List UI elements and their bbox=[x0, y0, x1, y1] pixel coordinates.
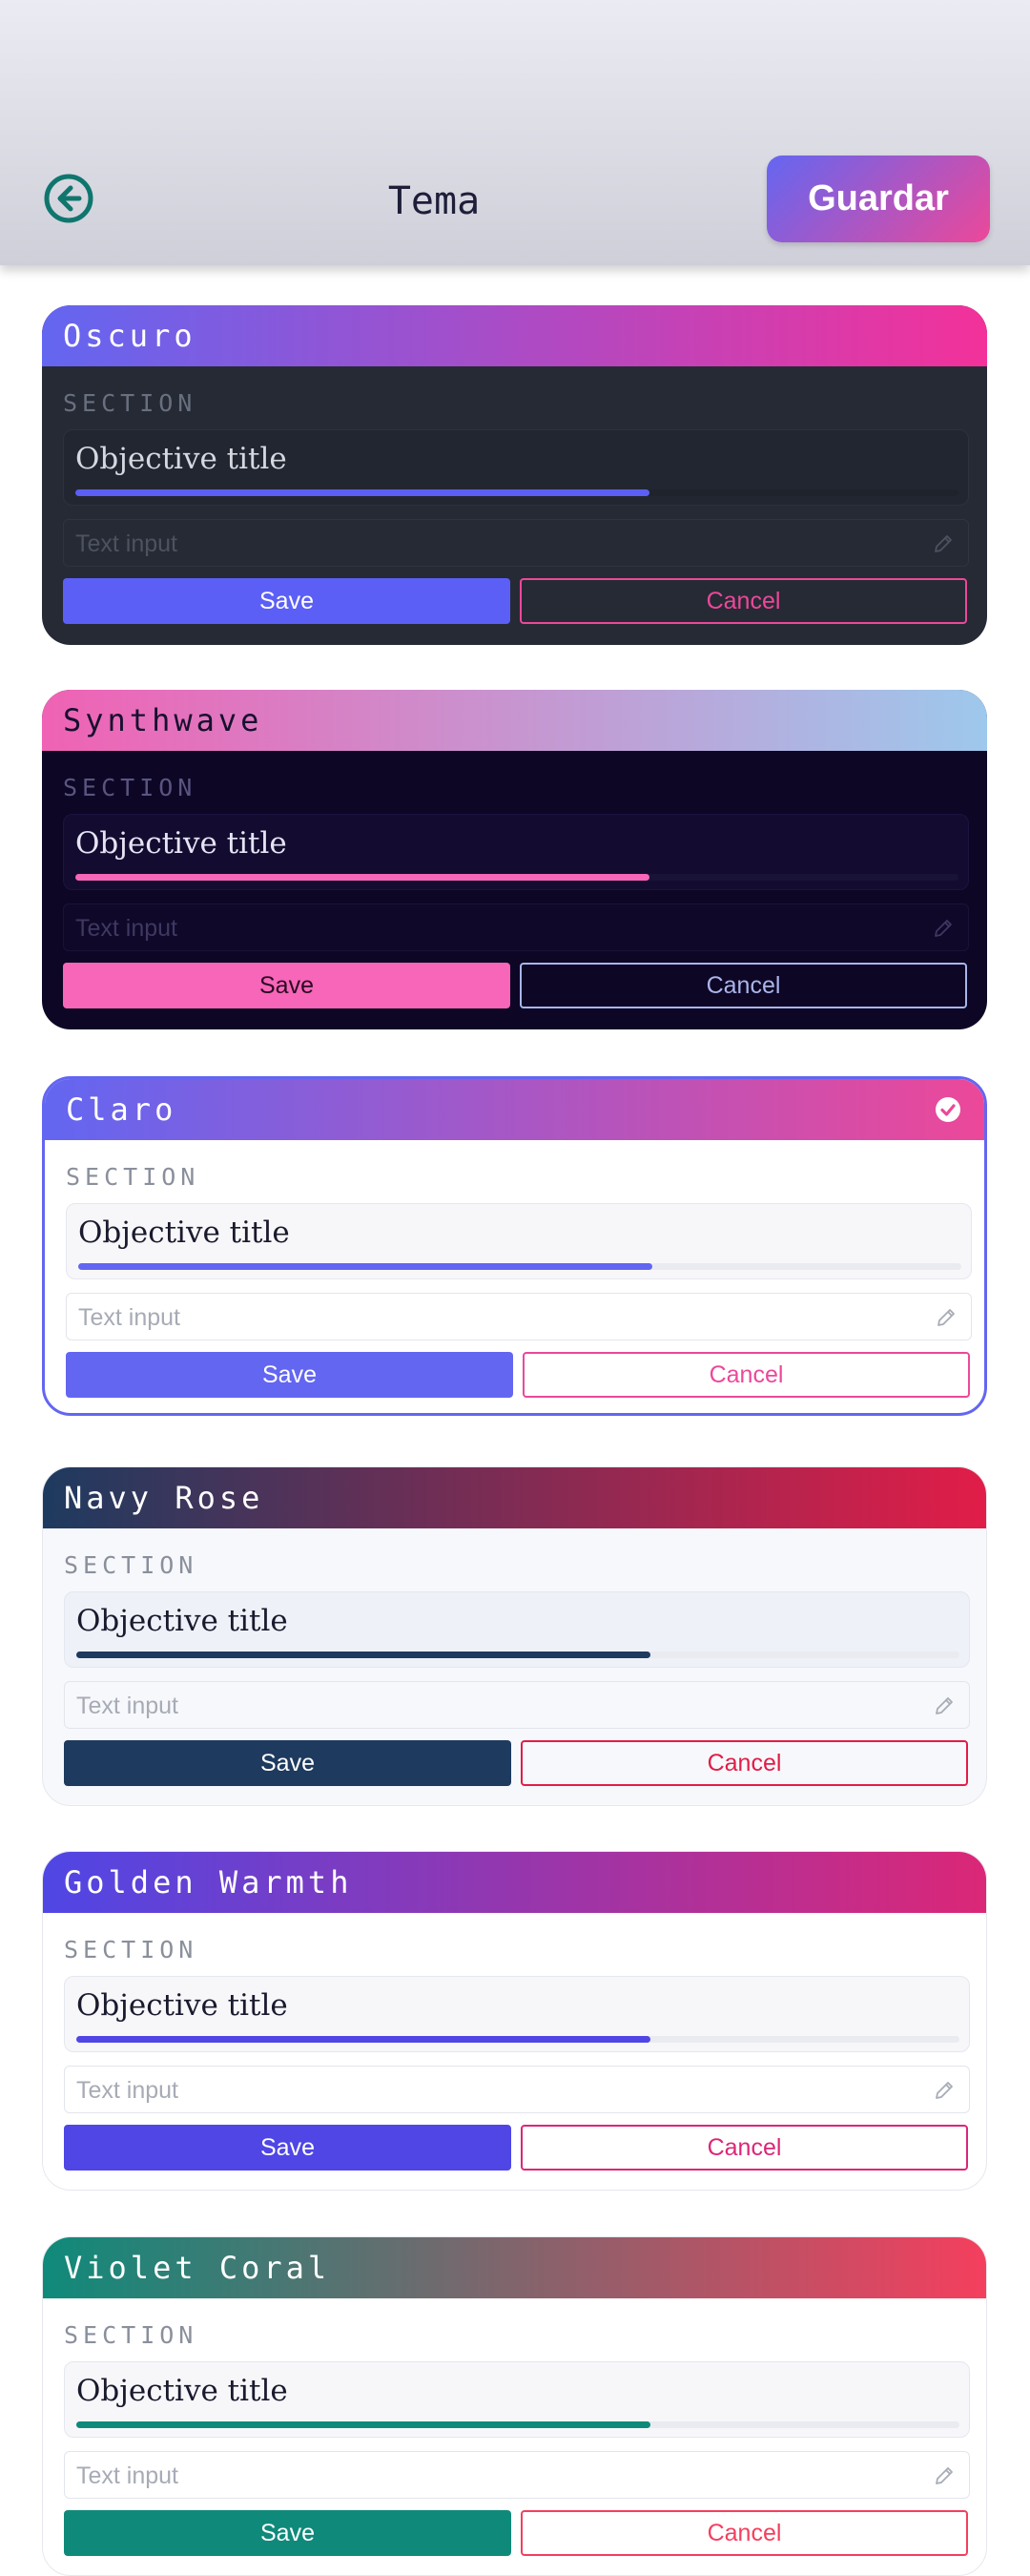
objective-title: Objective title bbox=[76, 1988, 288, 2023]
cancel-button[interactable]: Cancel bbox=[520, 578, 967, 624]
cancel-button[interactable]: Cancel bbox=[521, 2125, 968, 2171]
save-button[interactable]: Save bbox=[63, 578, 510, 624]
objective-title: Objective title bbox=[75, 826, 287, 861]
page-title: Tema bbox=[387, 179, 481, 223]
text-input-placeholder: Text input bbox=[75, 915, 178, 942]
objective-title: Objective title bbox=[76, 2374, 288, 2408]
theme-card-navy-rose[interactable]: Navy Rose SECTION Objective title Text i… bbox=[42, 1466, 987, 1806]
progress-fill bbox=[76, 2036, 650, 2043]
save-button[interactable]: Save bbox=[64, 1740, 511, 1786]
progress-fill bbox=[75, 489, 649, 496]
progress-bar bbox=[75, 874, 958, 881]
theme-card-header: Claro bbox=[45, 1079, 984, 1140]
save-button[interactable]: Save bbox=[63, 963, 510, 1008]
theme-card-header: Violet Coral bbox=[43, 2237, 986, 2298]
save-button[interactable]: Save bbox=[64, 2510, 511, 2556]
objective-title: Objective title bbox=[78, 1215, 290, 1250]
theme-card-header: Synthwave bbox=[42, 690, 987, 751]
progress-bar bbox=[76, 1652, 959, 1658]
pencil-icon bbox=[936, 2082, 953, 2099]
save-button[interactable]: Save bbox=[64, 2125, 511, 2171]
back-button[interactable] bbox=[42, 172, 95, 225]
theme-name: Oscuro bbox=[63, 318, 196, 354]
progress-bar bbox=[76, 2421, 959, 2428]
theme-card-oscuro[interactable]: Oscuro SECTION Objective title Text inpu… bbox=[42, 305, 987, 645]
theme-card-golden-warmth[interactable]: Golden Warmth SECTION Objective title Te… bbox=[42, 1851, 987, 2191]
text-input[interactable]: Text input bbox=[64, 2066, 970, 2113]
theme-name: Golden Warmth bbox=[64, 1864, 353, 1901]
text-input-placeholder: Text input bbox=[76, 1693, 179, 1719]
progress-bar bbox=[78, 1263, 961, 1270]
text-input[interactable]: Text input bbox=[66, 1293, 972, 1340]
section-label: SECTION bbox=[64, 1936, 198, 1963]
pencil-icon bbox=[937, 1309, 955, 1326]
objective-card: Objective title bbox=[63, 814, 969, 890]
save-button[interactable]: Save bbox=[66, 1352, 513, 1398]
progress-bar bbox=[75, 489, 958, 496]
text-input-placeholder: Text input bbox=[75, 530, 178, 557]
text-input[interactable]: Text input bbox=[64, 2451, 970, 2499]
pencil-icon bbox=[935, 920, 952, 937]
save-theme-button[interactable]: Guardar bbox=[767, 156, 990, 242]
section-label: SECTION bbox=[63, 389, 197, 417]
back-arrow-icon bbox=[44, 174, 93, 223]
theme-name: Claro bbox=[66, 1091, 177, 1128]
progress-fill bbox=[78, 1263, 652, 1270]
text-input[interactable]: Text input bbox=[63, 904, 969, 951]
progress-fill bbox=[76, 2421, 650, 2428]
objective-card: Objective title bbox=[64, 1976, 970, 2052]
text-input-placeholder: Text input bbox=[76, 2462, 179, 2489]
top-bar: Tema Guardar bbox=[0, 0, 1030, 265]
theme-card-header: Navy Rose bbox=[43, 1467, 986, 1528]
text-input-placeholder: Text input bbox=[76, 2077, 179, 2104]
objective-card: Objective title bbox=[63, 429, 969, 506]
section-label: SECTION bbox=[64, 1551, 198, 1579]
objective-title: Objective title bbox=[75, 442, 287, 476]
objective-card: Objective title bbox=[64, 2361, 970, 2438]
theme-card-header: Oscuro bbox=[42, 305, 987, 366]
section-label: SECTION bbox=[63, 774, 197, 801]
text-input[interactable]: Text input bbox=[63, 519, 969, 567]
cancel-button[interactable]: Cancel bbox=[521, 2510, 968, 2556]
theme-card-header: Golden Warmth bbox=[43, 1852, 986, 1913]
section-label: SECTION bbox=[66, 1163, 200, 1191]
cancel-button[interactable]: Cancel bbox=[521, 1740, 968, 1786]
objective-title: Objective title bbox=[76, 1604, 288, 1638]
theme-card-synthwave[interactable]: Synthwave SECTION Objective title Text i… bbox=[42, 690, 987, 1029]
cancel-button[interactable]: Cancel bbox=[520, 963, 967, 1008]
check-circle-icon bbox=[936, 1097, 960, 1122]
theme-name: Synthwave bbox=[63, 702, 263, 738]
theme-card-violet-coral[interactable]: Violet Coral SECTION Objective title Tex… bbox=[42, 2236, 987, 2576]
progress-fill bbox=[76, 1652, 650, 1658]
section-label: SECTION bbox=[64, 2321, 198, 2349]
progress-bar bbox=[76, 2036, 959, 2043]
pencil-icon bbox=[936, 1697, 953, 1714]
theme-name: Navy Rose bbox=[64, 1480, 264, 1516]
objective-card: Objective title bbox=[64, 1591, 970, 1668]
text-input-placeholder: Text input bbox=[78, 1304, 181, 1331]
pencil-icon bbox=[936, 2467, 953, 2484]
pencil-icon bbox=[935, 535, 952, 552]
progress-fill bbox=[75, 874, 649, 881]
objective-card: Objective title bbox=[66, 1203, 972, 1279]
cancel-button[interactable]: Cancel bbox=[523, 1352, 970, 1398]
text-input[interactable]: Text input bbox=[64, 1681, 970, 1729]
theme-name: Violet Coral bbox=[64, 2250, 331, 2286]
theme-card-claro[interactable]: Claro SECTION Objective title Text input bbox=[42, 1076, 987, 1416]
